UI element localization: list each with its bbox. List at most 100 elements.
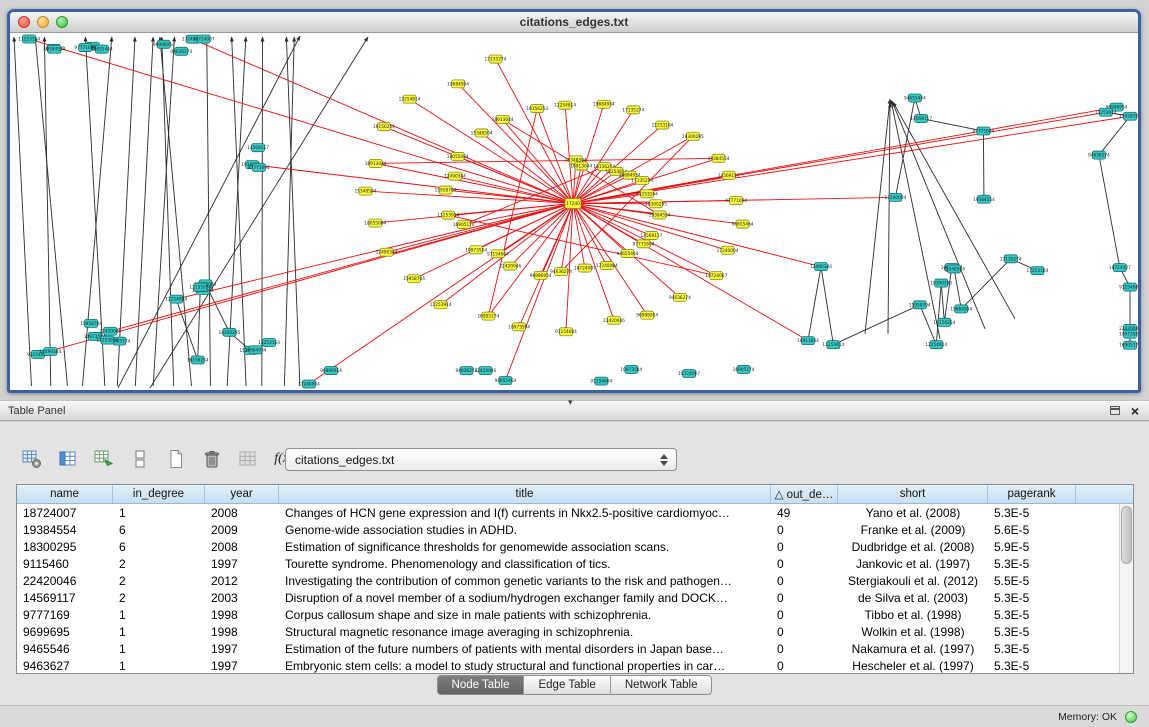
cell-out_degree: 0	[771, 642, 838, 656]
minimize-window-button[interactable]	[37, 16, 49, 28]
graph-node-label: 97771694	[248, 165, 270, 171]
column-header-year[interactable]: year	[205, 485, 279, 503]
graph-node-label: 15958704	[403, 276, 425, 282]
graph-edge	[198, 287, 201, 360]
graph-node-label: 17240	[566, 201, 580, 207]
graph-node-label: 12490344	[376, 250, 398, 256]
graph-node-label: 17240004	[717, 248, 739, 254]
table-row[interactable]: 946362711997Embryonic stem cells: a mode…	[17, 657, 1119, 673]
table-header-row: namein_degreeyeartitle△ out_de…shortpage…	[17, 485, 1133, 504]
cell-title: Embryonic stem cells: a model to study s…	[279, 659, 771, 673]
graph-edge	[573, 203, 821, 266]
cell-short: Franke et al. (2009)	[838, 523, 988, 537]
cell-name: 22420046	[17, 574, 113, 588]
cell-year: 2008	[205, 506, 279, 520]
graph-edge	[1099, 155, 1120, 268]
import-table-button[interactable]	[234, 445, 262, 473]
graph-node-label: 19384554	[43, 47, 65, 53]
table-row[interactable]: 911546021997Tourette syndrome. Phenomeno…	[17, 555, 1119, 572]
column-header-short[interactable]: short	[838, 485, 988, 503]
column-header-title[interactable]: title	[279, 485, 771, 503]
combobox-stepper-icon	[656, 449, 672, 470]
show-columns-button[interactable]	[54, 445, 82, 473]
graph-edge	[495, 59, 573, 203]
table-row[interactable]: 977716911998Corpus callosum shape and si…	[17, 606, 1119, 623]
scrollbar-thumb[interactable]	[1121, 506, 1132, 564]
new-document-icon	[166, 449, 186, 469]
graph-node-label: 91154604	[590, 379, 612, 385]
cell-year: 1997	[205, 557, 279, 571]
graph-edge	[936, 283, 941, 345]
zoom-window-button[interactable]	[56, 16, 68, 28]
graph-edge	[262, 37, 263, 386]
graph-node-label: 14569117	[718, 173, 740, 179]
panel-splitter-grip[interactable]: ▾	[568, 398, 573, 407]
close-panel-icon[interactable]: ×	[1131, 404, 1139, 418]
network-window[interactable]: citations_edges.txt 15348504189130441615…	[7, 9, 1141, 393]
row-selector-button[interactable]	[126, 445, 154, 473]
network-canvas[interactable]: 1534850418913044161562541225481419684934…	[10, 33, 1138, 390]
cell-out_degree: 0	[771, 574, 838, 588]
cell-in_degree: 1	[113, 506, 205, 520]
cell-year: 2003	[205, 591, 279, 605]
graph-node-label: 14569117	[247, 145, 269, 151]
cell-name: 9463627	[17, 659, 113, 673]
table-row[interactable]: 969969511998Structural magnetic resonanc…	[17, 623, 1119, 640]
graph-node-label: 96996954	[636, 313, 658, 319]
column-header-name[interactable]: name	[17, 485, 113, 503]
column-header-pagerank[interactable]: pagerank	[988, 485, 1076, 503]
tab-edge-table[interactable]: Edge Table	[524, 676, 610, 694]
new-table-button[interactable]	[162, 445, 190, 473]
graph-node-label: 12254814	[925, 342, 947, 348]
table-import-icon	[238, 449, 258, 469]
column-header-out_degree[interactable]: △ out_de…	[771, 485, 838, 503]
cell-out_degree: 0	[771, 523, 838, 537]
graph-edge	[488, 109, 537, 317]
float-panel-icon[interactable]	[1110, 406, 1120, 415]
graph-node-label: 18724007	[1109, 265, 1131, 271]
graph-node-label: 16905174	[477, 314, 499, 320]
close-window-button[interactable]	[18, 16, 30, 28]
table-row[interactable]: 946554611997Estimation of the future num…	[17, 640, 1119, 657]
table-vertical-scrollbar[interactable]	[1119, 504, 1133, 673]
table-panel-header[interactable]: ▾ Table Panel ×	[0, 400, 1149, 421]
graph-node-label: 16905174	[453, 222, 475, 228]
table-mode-button[interactable]	[18, 445, 46, 473]
cell-in_degree: 1	[113, 659, 205, 673]
graph-edge	[207, 37, 211, 386]
cell-title: Genome-wide association studies in ADHD.	[279, 523, 771, 537]
table-row[interactable]: 1938455462009Genome-wide association stu…	[17, 521, 1119, 538]
combobox-value: citations_edges.txt	[295, 453, 656, 467]
cell-out_degree: 49	[771, 506, 838, 520]
tab-node-table[interactable]: Node Table	[438, 676, 525, 694]
table-row[interactable]: 1872400712008Changes of HCN gene express…	[17, 504, 1119, 521]
delete-column-button[interactable]	[198, 445, 226, 473]
cell-in_degree: 1	[113, 625, 205, 639]
cell-name: 18300295	[17, 540, 113, 554]
table-row[interactable]: 1456911722003Disruption of a novel membe…	[17, 589, 1119, 606]
tab-network-table[interactable]: Network Table	[611, 676, 712, 694]
graph-edge	[893, 102, 1015, 319]
memory-indicator-icon[interactable]	[1125, 711, 1137, 723]
graph-edge	[954, 269, 961, 309]
cell-year: 2009	[205, 523, 279, 537]
table-add-column-icon	[94, 449, 114, 469]
window-titlebar[interactable]: citations_edges.txt	[10, 12, 1138, 33]
graph-node-label: 15958704	[435, 188, 457, 194]
graph-node-label: 14569117	[910, 116, 932, 122]
graph-edge	[565, 105, 573, 203]
graph-edge	[35, 37, 67, 386]
create-column-button[interactable]	[90, 445, 118, 473]
graph-edge	[458, 84, 573, 204]
cell-pagerank: 5.5E-5	[988, 574, 1076, 588]
cell-out_degree: 0	[771, 557, 838, 571]
graph-node-label: 12254814	[554, 103, 576, 109]
table-combobox[interactable]: citations_edges.txt	[285, 448, 677, 471]
graph-edge	[888, 103, 890, 334]
table-row[interactable]: 1830029562008Estimation of significance …	[17, 538, 1119, 555]
graph-node-label: 11253164	[651, 123, 673, 129]
table-row[interactable]: 2242004622012Investigating the contribut…	[17, 572, 1119, 589]
cell-in_degree: 2	[113, 574, 205, 588]
network-view[interactable]: 1534850418913044161562541225481419684934…	[10, 33, 1138, 390]
column-header-in_degree[interactable]: in_degree	[113, 485, 205, 503]
